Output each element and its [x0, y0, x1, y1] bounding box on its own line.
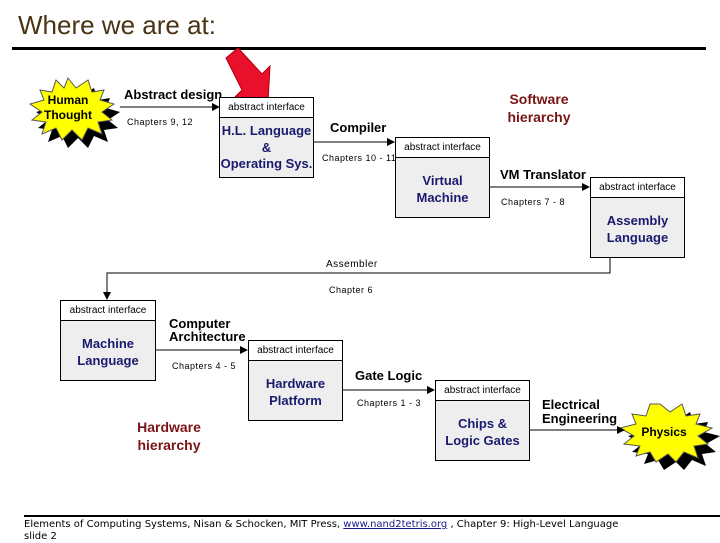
slide-number: slide 2	[24, 531, 57, 542]
vm-translator-chapters: Chapters 7 - 8	[501, 197, 566, 207]
hierarchy-line: Hardware	[137, 419, 201, 435]
box-line: Language	[606, 230, 669, 245]
box-line: Machine	[81, 336, 134, 351]
box-line: Machine	[416, 190, 469, 205]
human-thought-line2: Thought	[44, 108, 92, 122]
human-thought-label: Human Thought	[38, 93, 98, 123]
box-line: H.L. Language	[221, 123, 312, 138]
human-thought-line1: Human	[47, 93, 89, 107]
vm-translator-label: VM Translator	[500, 167, 586, 182]
label-line: Electrical	[542, 397, 600, 412]
abstract-interface-header: abstract interface	[61, 301, 155, 321]
diagram-connectors	[28, 47, 720, 470]
abstract-interface-header: abstract interface	[396, 138, 489, 158]
footer-divider	[24, 515, 720, 517]
physics-label: Physics	[641, 425, 687, 439]
label-line: Architecture	[169, 329, 246, 344]
gate-logic-chapters: Chapters 1 - 3	[357, 398, 422, 408]
computer-architecture-chapters: Chapters 4 - 5	[172, 361, 237, 371]
box-line: Platform	[269, 393, 322, 408]
hierarchy-line: hierarchy	[137, 437, 201, 453]
computer-architecture-label: Computer Architecture	[169, 317, 246, 343]
assembly-language-box: abstract interface Assembly Language	[590, 177, 685, 258]
compiler-label: Compiler	[330, 120, 387, 135]
nand2tetris-link[interactable]: www.nand2tetris.org	[343, 519, 447, 530]
electrical-engineering-label: Electrical Engineering	[542, 398, 617, 426]
abstract-interface-header: abstract interface	[436, 381, 529, 401]
you-are-here-pointer-icon	[225, 47, 271, 103]
footer-prefix: Elements of Computing Systems, Nisan & S…	[24, 519, 344, 530]
software-hierarchy-label: Software hierarchy	[496, 90, 582, 126]
hierarchy-line: Software	[509, 91, 569, 107]
abstract-interface-header: abstract interface	[220, 98, 313, 118]
assembler-chapters: Chapter 6	[329, 285, 374, 295]
hardware-hierarchy-label: Hardware hierarchy	[126, 418, 212, 454]
box-line: Assembly	[606, 213, 669, 228]
footer-citation: Elements of Computing Systems, Nisan & S…	[24, 518, 618, 531]
virtual-machine-box: abstract interface Virtual Machine	[395, 137, 490, 218]
hl-language-box: abstract interface H.L. Language & Opera…	[219, 97, 314, 178]
abstract-design-chapters: Chapters 9, 12	[127, 117, 194, 127]
assembler-label: Assembler	[326, 259, 378, 270]
box-line: Language	[77, 353, 139, 368]
hardware-platform-box: abstract interface Hardware Platform	[248, 340, 343, 421]
box-line: Logic Gates	[445, 433, 520, 448]
abstract-interface-header: abstract interface	[249, 341, 342, 361]
machine-language-box: abstract interface Machine Language	[60, 300, 156, 381]
hierarchy-line: hierarchy	[507, 109, 571, 125]
gate-logic-label: Gate Logic	[355, 368, 423, 383]
compiler-chapters: Chapters 10 - 11	[322, 153, 397, 163]
chips-logic-gates-box: abstract interface Chips & Logic Gates	[435, 380, 530, 461]
abstract-interface-header: abstract interface	[591, 178, 684, 198]
footer-suffix: , Chapter 9: High-Level Language	[447, 519, 619, 530]
box-line: Virtual	[422, 173, 463, 188]
label-line: Engineering	[542, 411, 618, 426]
box-line: Chips &	[457, 416, 508, 431]
box-line: Hardware	[265, 376, 326, 391]
abstract-design-label: Abstract design	[124, 87, 223, 102]
box-line: &	[261, 139, 272, 155]
box-line: Operating Sys.	[220, 156, 313, 171]
